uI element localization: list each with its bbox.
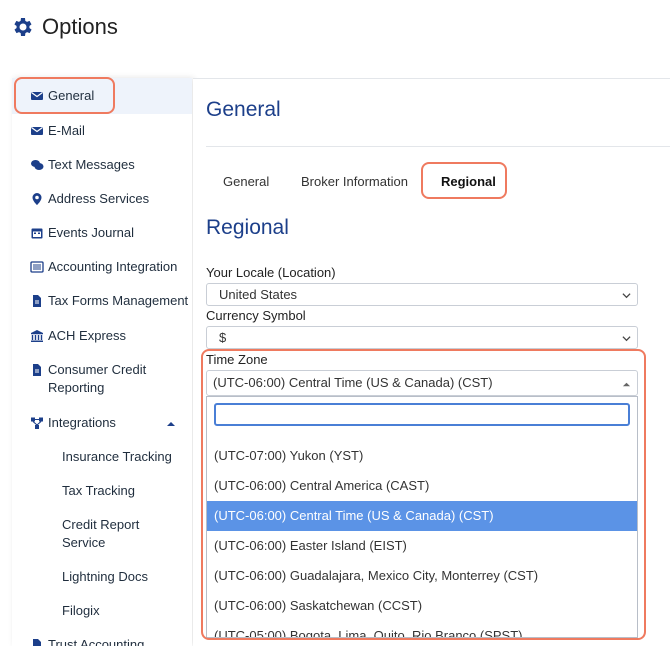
document-icon (33, 639, 41, 646)
sidebar-item-filogix[interactable]: Filogix (12, 602, 192, 620)
sidebar-item-events-journal[interactable]: Events Journal (12, 224, 192, 242)
sidebar-item-label: Address Services (48, 191, 150, 206)
sidebar-item-ach-express[interactable]: ACH Express (12, 327, 192, 345)
highlight-general-nav (14, 77, 115, 114)
sidebar-item-accounting-integration[interactable]: Accounting Integration (12, 258, 192, 276)
heading-divider (206, 146, 670, 147)
sidebar-item-label: ACH Express (48, 328, 127, 343)
top-divider (193, 78, 670, 79)
sidebar-item-label: Text Messages (48, 157, 135, 172)
gear-icon (14, 18, 32, 36)
sidebar-item-label: Lightning Docs (62, 569, 148, 584)
sidebar-item-label: Tax Forms Management (48, 293, 189, 308)
calendar-icon (31, 228, 43, 239)
caret-up-icon[interactable] (167, 420, 175, 428)
document-icon (33, 295, 41, 307)
sidebar-item-tax-forms-management[interactable]: Tax Forms Management (12, 292, 192, 310)
sidebar: General E-Mail Text Messages Address Ser… (12, 78, 192, 646)
map-pin-icon (32, 193, 42, 205)
currency-value: $ (219, 330, 227, 345)
currency-select[interactable]: $ (206, 326, 638, 349)
highlight-timezone-field (201, 349, 646, 640)
sidebar-item-label: E-Mail (48, 123, 85, 138)
chat-icon (31, 160, 44, 170)
regional-heading: Regional (206, 216, 289, 239)
sidebar-item-label: Integrations (48, 415, 116, 430)
sidebar-item-consumer-credit-reporting[interactable]: Consumer Credit Reporting (12, 361, 182, 397)
tab-general[interactable]: General (223, 174, 269, 189)
sidebar-item-label: Insurance Tracking (62, 449, 172, 464)
list-icon (30, 261, 44, 273)
sidebar-item-insurance-tracking[interactable]: Insurance Tracking (12, 448, 192, 466)
sidebar-item-lightning-docs[interactable]: Lightning Docs (12, 568, 192, 586)
sidebar-item-trust-accounting[interactable]: Trust Accounting (12, 636, 192, 646)
sidebar-item-address-services[interactable]: Address Services (12, 190, 192, 208)
envelope-icon (31, 127, 43, 135)
page-title: Options (42, 14, 118, 39)
tab-broker-information[interactable]: Broker Information (301, 174, 408, 189)
sidebar-item-label: Trust Accounting (48, 637, 145, 646)
network-icon (31, 417, 43, 429)
sidebar-item-email[interactable]: E-Mail (12, 122, 192, 140)
sidebar-item-label: Accounting Integration (48, 259, 178, 274)
locale-value: United States (219, 287, 298, 302)
sidebar-item-label: Tax Tracking (62, 483, 135, 498)
sidebar-item-credit-report-service[interactable]: Credit Report Service (12, 516, 152, 552)
sidebar-item-tax-tracking[interactable]: Tax Tracking (12, 482, 192, 500)
chevron-down-icon (622, 336, 631, 342)
sidebar-item-integrations[interactable]: Integrations (12, 414, 192, 432)
locale-label: Your Locale (Location) (206, 265, 336, 280)
document-icon (33, 364, 41, 376)
chevron-down-icon (622, 293, 631, 299)
sidebar-item-label: Filogix (62, 603, 100, 618)
currency-label: Currency Symbol (206, 308, 306, 323)
top-bar: Options (0, 0, 670, 54)
bank-icon (31, 330, 43, 342)
sidebar-item-text-messages[interactable]: Text Messages (12, 156, 192, 174)
sidebar-item-label: Consumer Credit Reporting (48, 362, 147, 395)
sidebar-item-label: Events Journal (48, 225, 134, 240)
sidebar-item-label: Credit Report Service (62, 517, 140, 550)
locale-select[interactable]: United States (206, 283, 638, 306)
highlight-regional-tab (421, 162, 507, 199)
section-heading: General (206, 98, 281, 121)
